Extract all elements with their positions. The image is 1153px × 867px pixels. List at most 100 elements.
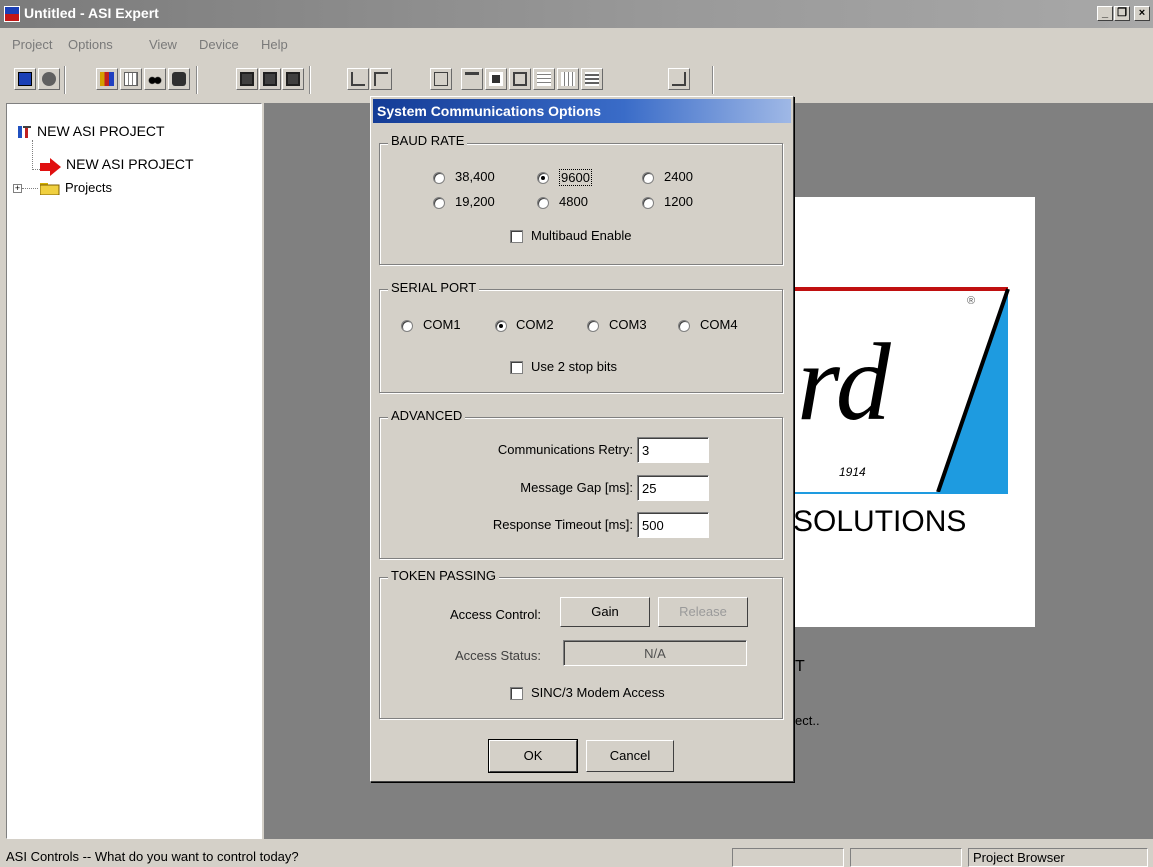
dialog-title-bar[interactable]: System Communications Options (373, 99, 791, 123)
menu-help[interactable]: Help (261, 37, 288, 52)
splash-logo: rd 1914 ® SOLUTIONS (793, 197, 1035, 627)
ok-button[interactable]: OK (488, 739, 578, 773)
stop-icon (172, 72, 186, 86)
baud-9600-radio[interactable] (537, 172, 549, 184)
status-panel (850, 848, 962, 867)
window-button[interactable] (509, 68, 531, 90)
tree-expander[interactable]: + (13, 184, 22, 193)
response-timeout-input[interactable]: 500 (637, 512, 709, 538)
baud-19200-label: 19,200 (455, 194, 495, 209)
toolbar-separator (64, 66, 66, 94)
retry-input[interactable]: 3 (637, 437, 709, 463)
tree-line (22, 188, 38, 190)
save-button[interactable] (236, 68, 258, 90)
toolbar-separator (196, 66, 198, 94)
chart-icon (100, 72, 114, 86)
find-button[interactable] (144, 68, 166, 90)
baud-4800-radio[interactable] (537, 197, 549, 209)
tree-button[interactable] (430, 68, 452, 90)
serial-port-label: SERIAL PORT (388, 280, 480, 295)
project-tree-pane[interactable] (6, 103, 262, 839)
save-icon (240, 72, 254, 86)
serial-port-group (379, 289, 783, 393)
save-all-button[interactable] (259, 68, 281, 90)
stop-bits-label: Use 2 stop bits (531, 359, 617, 374)
binoculars-icon (148, 72, 162, 86)
sinc-modem-label: SINC/3 Modem Access (531, 685, 665, 700)
response-timeout-label: Response Timeout [ms]: (492, 517, 633, 532)
checklist-button[interactable] (668, 68, 690, 90)
disk-icon (42, 72, 56, 86)
new-project-button[interactable] (14, 68, 36, 90)
stop-button[interactable] (168, 68, 190, 90)
baud-1200-radio[interactable] (642, 197, 654, 209)
baud-2400-radio[interactable] (642, 172, 654, 184)
panel-icon (489, 72, 503, 86)
restore-button[interactable]: ❐ (1114, 6, 1130, 21)
window-title: Untitled - ASI Expert (24, 5, 159, 21)
save-as-button[interactable] (282, 68, 304, 90)
menu-project[interactable]: Project (12, 37, 52, 52)
com1-radio[interactable] (401, 320, 413, 332)
tool-icon (465, 72, 479, 86)
table2-button[interactable] (581, 68, 603, 90)
cancel-button[interactable]: Cancel (586, 740, 674, 772)
menu-options[interactable]: Options (68, 37, 113, 52)
baud-2400-label: 2400 (664, 169, 693, 184)
stop-bits-checkbox[interactable] (510, 361, 523, 374)
window-icon (513, 72, 527, 86)
minimize-button[interactable]: _ (1097, 6, 1113, 21)
com3-radio[interactable] (587, 320, 599, 332)
background-partial-text: ect.. (795, 713, 820, 728)
panel-button[interactable] (485, 68, 507, 90)
baud-9600-label: 9600 (559, 169, 592, 186)
save-as-icon (286, 72, 300, 86)
download-button[interactable] (370, 68, 392, 90)
toolbar-separator (712, 66, 714, 94)
release-button[interactable]: Release (658, 597, 748, 627)
close-button[interactable]: × (1134, 6, 1150, 21)
com2-label: COM2 (516, 317, 554, 332)
upload-button[interactable] (347, 68, 369, 90)
menu-view[interactable]: View (149, 37, 177, 52)
multibaud-label: Multibaud Enable (531, 228, 632, 243)
tree-projects-label[interactable]: Projects (65, 180, 112, 195)
gain-button[interactable]: Gain (560, 597, 650, 627)
table-button[interactable] (557, 68, 579, 90)
com2-radio[interactable] (495, 320, 507, 332)
status-panel (732, 848, 844, 867)
token-passing-label: TOKEN PASSING (388, 568, 499, 583)
tree-child-label[interactable]: NEW ASI PROJECT (66, 156, 194, 172)
com4-radio[interactable] (678, 320, 690, 332)
close-icon: × (1138, 7, 1146, 19)
grid-button[interactable] (120, 68, 142, 90)
baud-4800-label: 4800 (559, 194, 588, 209)
message-gap-input[interactable]: 25 (637, 475, 709, 501)
tree-line (32, 140, 34, 170)
access-status-value: N/A (563, 640, 747, 666)
access-status-label: Access Status: (455, 648, 541, 663)
grid2-button[interactable] (533, 68, 555, 90)
registered-mark: ® (967, 295, 976, 307)
tree-root-label[interactable]: NEW ASI PROJECT (37, 123, 165, 139)
logo-text: rd (797, 321, 891, 443)
tool-button[interactable] (461, 68, 483, 90)
status-message: ASI Controls -- What do you want to cont… (6, 849, 299, 864)
multibaud-checkbox[interactable] (510, 230, 523, 243)
sinc-modem-checkbox[interactable] (510, 687, 523, 700)
baud-19200-radio[interactable] (433, 197, 445, 209)
com4-label: COM4 (700, 317, 738, 332)
background-partial-text: T (795, 658, 805, 675)
status-project-browser: Project Browser (968, 848, 1148, 867)
retry-label: Communications Retry: (497, 442, 633, 457)
chart-button[interactable] (96, 68, 118, 90)
open-button[interactable] (38, 68, 60, 90)
menu-device[interactable]: Device (199, 37, 239, 52)
window-title-bar[interactable]: Untitled - ASI Expert _ ❐ × (0, 0, 1153, 28)
com1-label: COM1 (423, 317, 461, 332)
table-icon (561, 72, 575, 86)
baud-38400-radio[interactable] (433, 172, 445, 184)
system-communications-dialog: System Communications Options BAUD RATE … (370, 96, 794, 782)
upload-icon (351, 72, 365, 86)
logo-solutions: SOLUTIONS (793, 505, 967, 538)
